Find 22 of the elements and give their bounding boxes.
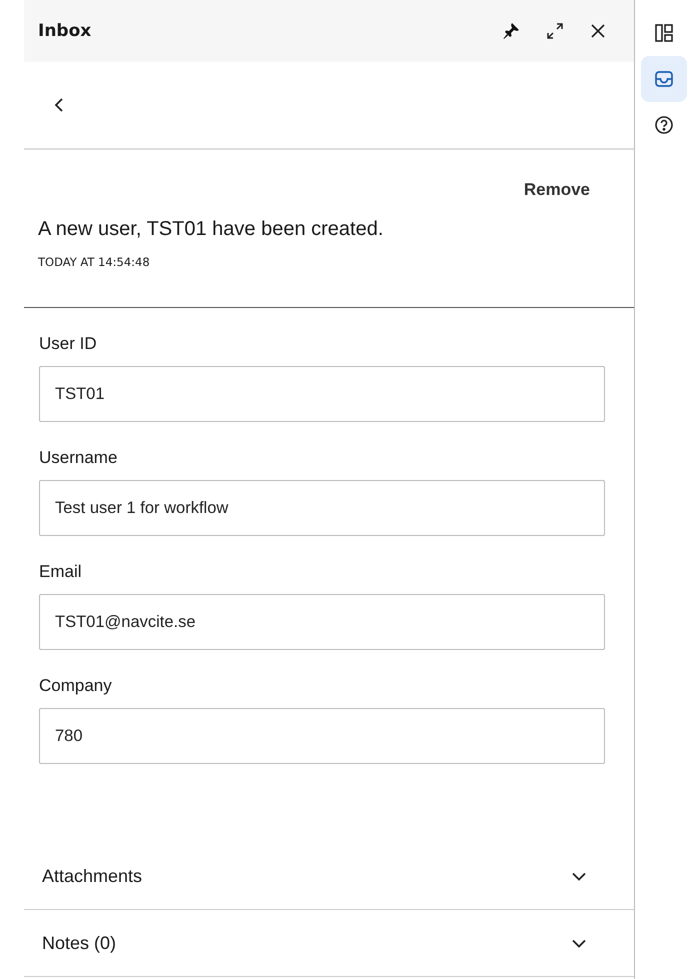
accordion-header[interactable]: Attachments: [24, 843, 634, 910]
input-field[interactable]: TST01: [39, 366, 605, 422]
input-field[interactable]: TST01@navcite.se: [39, 594, 605, 650]
expand-icon[interactable]: [546, 22, 564, 40]
field-label: Username: [39, 448, 118, 468]
inbox-rail-button[interactable]: [640, 56, 686, 102]
field-label: User ID: [39, 334, 98, 354]
input-field[interactable]: 780: [39, 708, 605, 764]
close-icon[interactable]: [590, 23, 606, 39]
field-label: Company: [39, 676, 113, 696]
back-icon[interactable]: [54, 98, 64, 112]
accordion-header[interactable]: Notes (0): [24, 910, 634, 977]
pin-icon[interactable]: [502, 22, 520, 40]
panels-icon: [654, 23, 674, 43]
input-field[interactable]: Test user 1 for workflow: [39, 480, 605, 536]
inbox-icon: [654, 69, 674, 89]
help-icon: [654, 115, 674, 135]
field-label: Email: [39, 562, 83, 582]
message-text: A new user, TST01 have been created.: [38, 218, 384, 241]
message-timestamp: TODAY AT 14:54:48: [38, 255, 151, 269]
remove-button[interactable]: Remove: [524, 178, 590, 202]
panel-title: Inbox: [38, 21, 92, 41]
